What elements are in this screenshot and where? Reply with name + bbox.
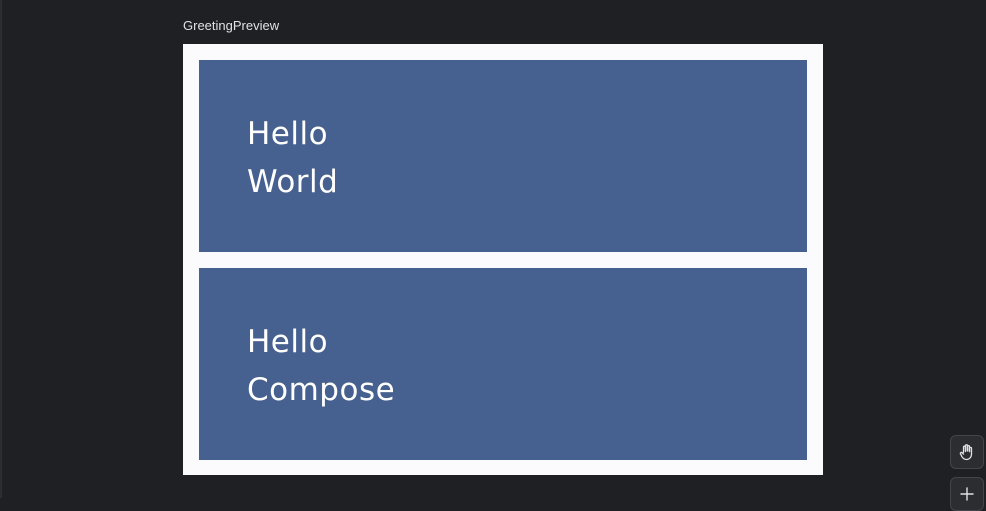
- preview-title: GreetingPreview: [183, 18, 280, 33]
- greeting-line: Compose: [247, 372, 396, 408]
- greeting-line: Hello: [247, 116, 329, 152]
- left-panel-edge: [0, 0, 2, 498]
- greeting-text: Hello World: [247, 110, 338, 206]
- greeting-line: Hello: [247, 324, 329, 360]
- zoom-in-button[interactable]: [950, 477, 984, 511]
- greeting-text: Hello Compose: [247, 318, 395, 414]
- pan-tool-button[interactable]: [950, 435, 984, 469]
- plus-icon: [959, 486, 975, 502]
- greeting-line: World: [247, 164, 339, 200]
- compose-preview-canvas[interactable]: Hello World Hello Compose: [183, 44, 823, 475]
- hand-icon: [958, 443, 976, 461]
- greeting-card: Hello Compose: [199, 268, 807, 460]
- greeting-card: Hello World: [199, 60, 807, 252]
